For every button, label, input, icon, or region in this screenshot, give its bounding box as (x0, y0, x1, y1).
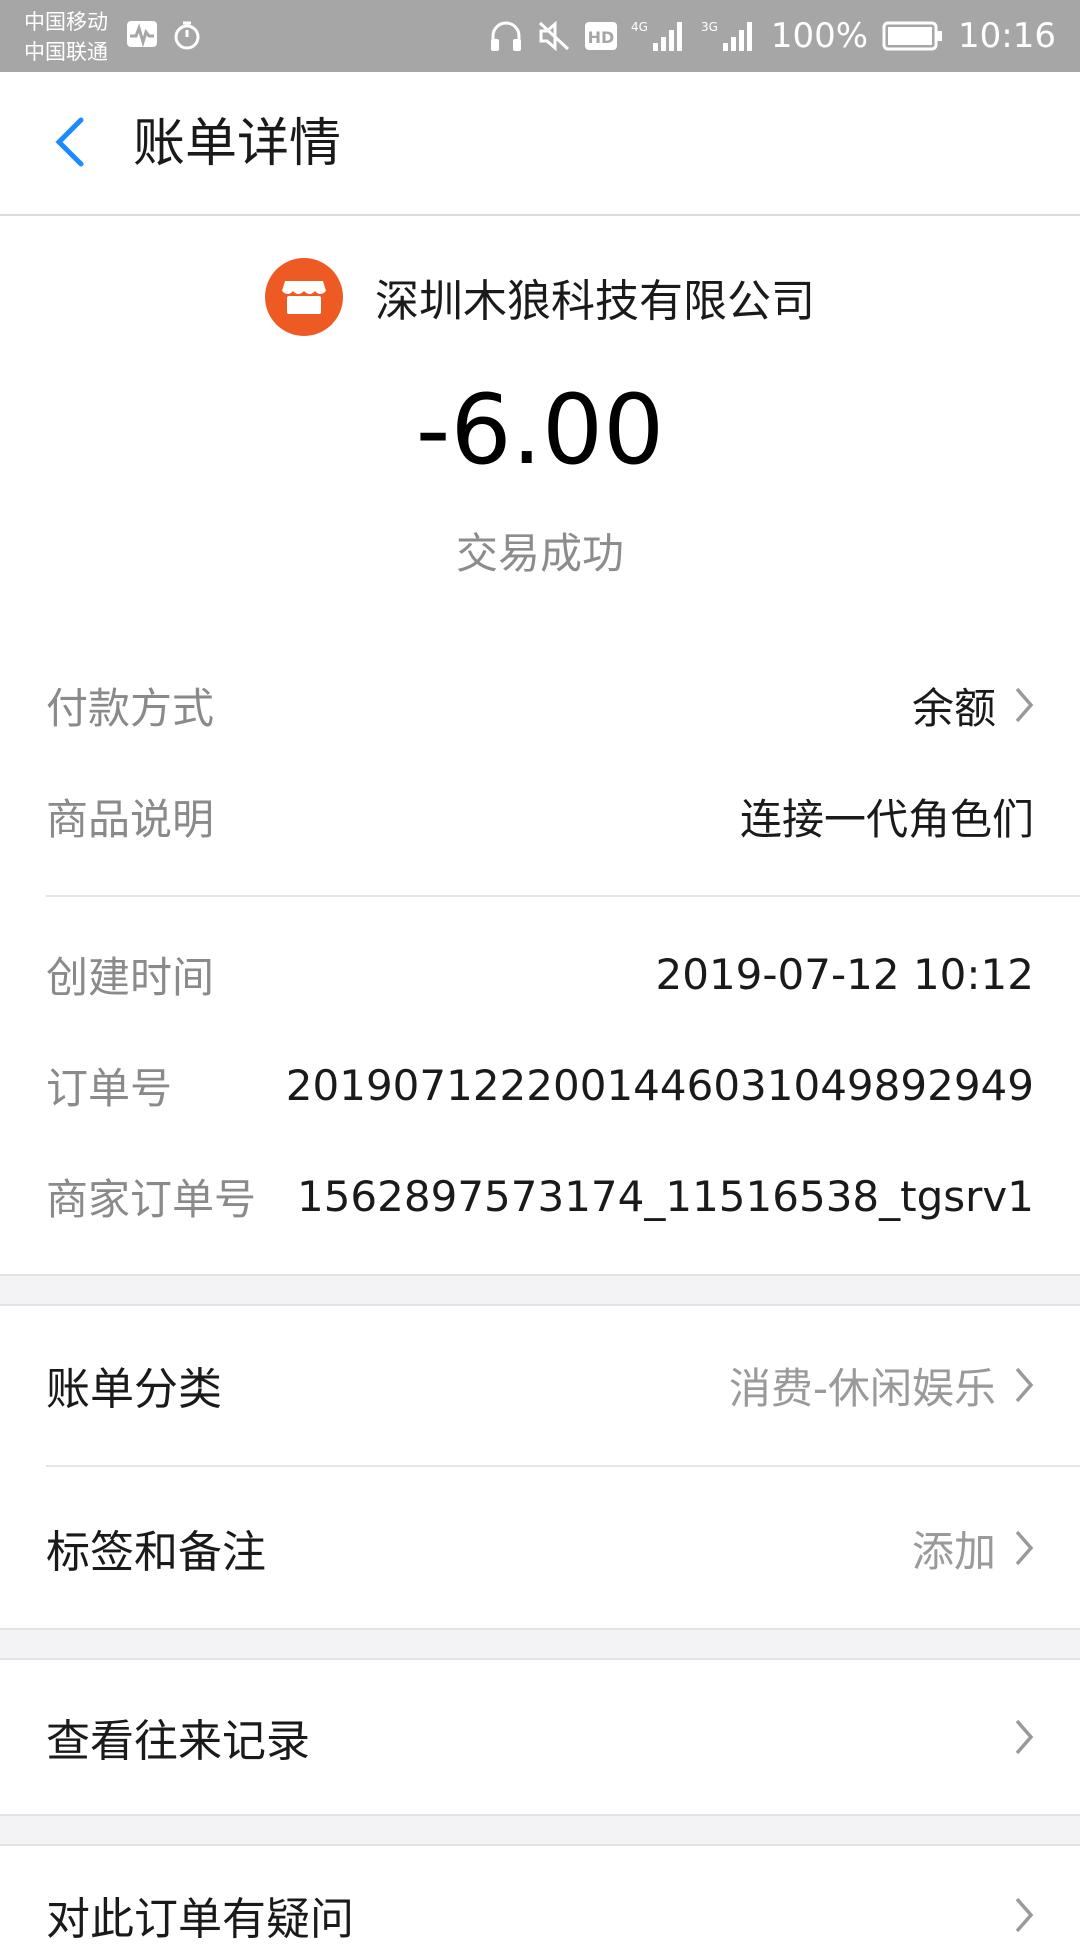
chevron-right-icon (1014, 1529, 1034, 1567)
created-time-value: 2019-07-12 10:12 (655, 949, 1034, 999)
created-time-row: 创建时间 2019-07-12 10:12 (46, 939, 1034, 1009)
divider (46, 895, 1080, 897)
order-number-row: 订单号 2019071222001446031049892949 (46, 1050, 1034, 1120)
product-row: 商品说明 连接一代角色们 (46, 781, 1034, 851)
store-icon (265, 258, 343, 336)
page-title: 账单详情 (133, 114, 342, 174)
back-button[interactable] (44, 114, 94, 174)
order-number-value: 2019071222001446031049892949 (285, 1060, 1034, 1110)
merchant-info: 深圳木狼科技有限公司 (0, 258, 1080, 336)
svg-text:4G: 4G (631, 20, 648, 34)
battery-icon (882, 21, 944, 51)
battery-percent: 100% (770, 16, 869, 56)
merchant-name: 深圳木狼科技有限公司 (375, 276, 815, 327)
hd-icon: HD (584, 22, 617, 50)
transaction-amount: -6.00 (415, 374, 665, 486)
carrier-2: 中国联通 (24, 40, 108, 64)
section-separator (0, 1628, 1080, 1660)
tags-notes-value: 添加 (911, 1526, 996, 1576)
chevron-left-icon (51, 116, 87, 172)
product-value: 连接一代角色们 (739, 794, 1034, 844)
payment-method-row[interactable]: 付款方式 余额 (46, 670, 1034, 740)
order-question-row[interactable]: 对此订单有疑问 (46, 1870, 1034, 1960)
signal-4g-icon: 4G (631, 19, 687, 53)
created-time-label: 创建时间 (46, 952, 215, 1002)
merchant-order-row: 商家订单号 1562897573174_11516538_tgsrv1 (46, 1161, 1034, 1231)
carrier-info: 中国移动 中国联通 (24, 7, 108, 67)
section-separator (0, 1274, 1080, 1306)
status-time: 10:16 (958, 16, 1056, 56)
signal-3g-icon: 3G (701, 19, 757, 53)
chevron-right-icon (1014, 1896, 1034, 1934)
svg-text:3G: 3G (701, 20, 718, 34)
carrier-1: 中国移动 (24, 10, 108, 34)
activity-icon (126, 20, 158, 50)
product-label: 商品说明 (46, 794, 215, 844)
tags-notes-row[interactable]: 标签和备注 添加 (46, 1503, 1034, 1593)
tags-notes-label: 标签和备注 (46, 1527, 266, 1578)
payment-method-label: 付款方式 (46, 683, 215, 733)
svg-text:HD: HD (587, 28, 614, 47)
merchant-order-label: 商家订单号 (46, 1174, 257, 1224)
headphones-icon (489, 20, 523, 52)
status-bar: 中国移动 中国联通 HD 4G 3G 100% 10:16 (0, 0, 1080, 72)
trade-status: 交易成功 (455, 529, 624, 578)
divider (46, 1465, 1080, 1467)
bill-category-value: 消费-休闲娱乐 (728, 1363, 996, 1413)
payment-method-value: 余额 (911, 683, 996, 733)
view-history-label: 查看往来记录 (46, 1716, 310, 1767)
chevron-right-icon (1014, 1718, 1034, 1756)
app-header: 账单详情 (0, 72, 1080, 216)
merchant-order-value: 1562897573174_11516538_tgsrv1 (296, 1171, 1034, 1221)
section-separator (0, 1814, 1080, 1846)
chevron-right-icon (1014, 686, 1034, 724)
mute-icon (537, 20, 571, 52)
view-history-row[interactable]: 查看往来记录 (46, 1692, 1034, 1782)
chevron-right-icon (1014, 1366, 1034, 1404)
bill-category-label: 账单分类 (46, 1364, 222, 1415)
order-number-label: 订单号 (46, 1063, 173, 1113)
timer-icon (172, 20, 202, 50)
bill-category-row[interactable]: 账单分类 消费-休闲娱乐 (46, 1340, 1034, 1430)
order-question-label: 对此订单有疑问 (46, 1894, 354, 1945)
